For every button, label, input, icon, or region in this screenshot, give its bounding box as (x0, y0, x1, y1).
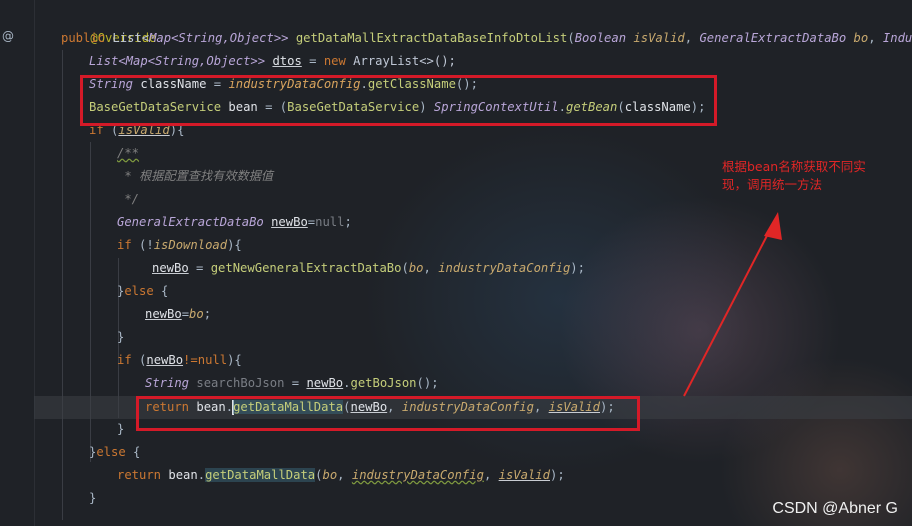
watermark: CSDN @Abner G (772, 500, 898, 517)
arrow-head-icon (764, 212, 782, 240)
annotation-note: 根据bean名称获取不同实现，调用统一方法 (722, 159, 866, 192)
code-editor[interactable]: @ @Override public List<Map<String,Objec… (0, 0, 912, 526)
arrow-shaft (683, 225, 773, 397)
annotation-arrow (683, 212, 782, 397)
